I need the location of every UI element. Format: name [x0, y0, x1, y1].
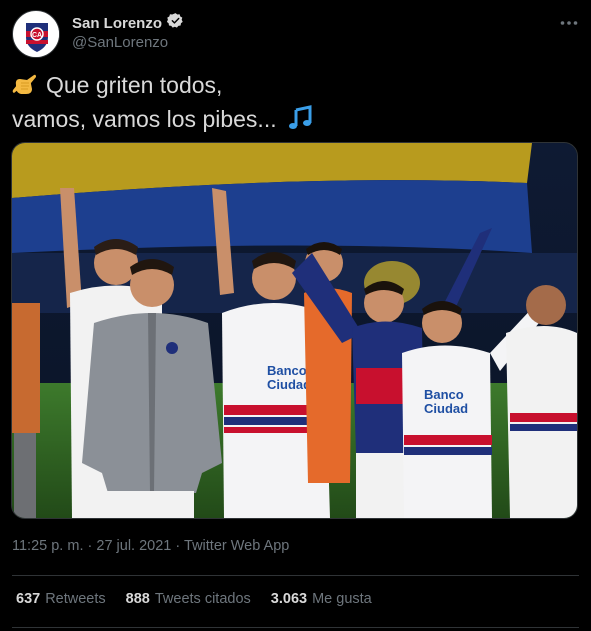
verified-badge-icon [166, 12, 184, 34]
tweet-metadata: 11:25 p. m. · 27 jul. 2021 · Twitter Web… [12, 538, 289, 554]
tweet-photo[interactable]: Banco Ciudad Banco Ciudad [11, 142, 578, 519]
quote-tweets-count: 888 [125, 591, 150, 607]
retweets-label: Retweets [45, 591, 106, 607]
more-dots-icon [560, 21, 578, 25]
meta-separator: · [175, 538, 181, 554]
tweet-line-2: vamos, vamos los pibes... [12, 104, 572, 138]
author-name-row[interactable]: San Lorenzo [72, 13, 184, 33]
quote-tweets-label: Tweets citados [154, 591, 251, 607]
tweet-time[interactable]: 11:25 p. m. [12, 538, 83, 554]
player-far-left [12, 303, 40, 518]
likes-count: 3.063 [270, 591, 308, 607]
more-options-button[interactable] [556, 10, 582, 36]
svg-text:Banco: Banco [424, 387, 464, 402]
retweets-stat[interactable]: 637 Retweets [16, 591, 106, 607]
svg-text:Banco: Banco [267, 363, 307, 378]
tweet-text: Que griten todos, vamos, vamos los pibes… [12, 70, 572, 138]
svg-text:Ciudad: Ciudad [267, 377, 311, 392]
svg-text:CA: CA [32, 32, 42, 39]
svg-text:Ciudad: Ciudad [424, 401, 468, 416]
retweets-count: 637 [16, 591, 41, 607]
avatar[interactable]: CA [12, 10, 60, 58]
author-handle[interactable]: @SanLorenzo [72, 34, 168, 51]
musical-notes-emoji [287, 105, 313, 138]
tweet-source[interactable]: Twitter Web App [184, 538, 289, 554]
call-me-hand-emoji [12, 71, 38, 104]
club-crest-icon: CA [14, 12, 59, 57]
tweet-line-2-text: vamos, vamos los pibes... [12, 106, 277, 132]
author-display-name[interactable]: San Lorenzo [72, 15, 162, 32]
likes-label: Me gusta [312, 591, 372, 607]
tweet-stats: 637 Retweets 888 Tweets citados 3.063 Me… [16, 591, 372, 607]
tweet-line-1: Que griten todos, [12, 70, 572, 104]
divider [12, 627, 579, 628]
divider [12, 575, 579, 576]
tweet-date[interactable]: 27 jul. 2021 [96, 538, 171, 554]
meta-separator: · [87, 538, 93, 554]
tweet-card: CA San Lorenzo @SanLorenzo Que griten to… [0, 0, 591, 631]
tweet-line-1-text: Que griten todos, [46, 72, 223, 98]
team-celebration-photo: Banco Ciudad Banco Ciudad [12, 143, 577, 518]
likes-stat[interactable]: 3.063 Me gusta [271, 591, 372, 607]
quote-tweets-stat[interactable]: 888 Tweets citados [126, 591, 251, 607]
